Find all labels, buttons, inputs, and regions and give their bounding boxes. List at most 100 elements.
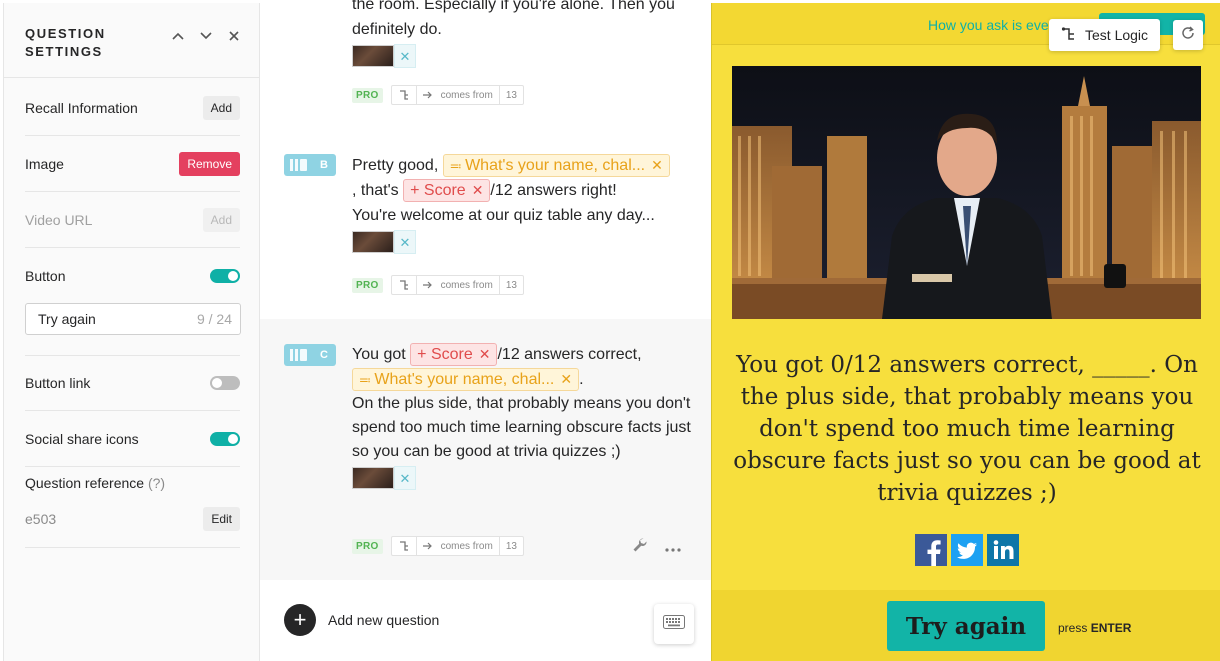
- button-text-char-count: 9 / 24: [196, 311, 232, 327]
- close-icon[interactable]: [227, 29, 241, 43]
- facebook-icon[interactable]: [915, 534, 947, 566]
- keyboard-shortcuts-button[interactable]: [654, 604, 694, 644]
- block-b-text-end: /12 answers right!: [490, 182, 617, 199]
- result-text: You got 0/12 answers correct, _____. On …: [733, 352, 1201, 506]
- button-row: Button: [25, 248, 240, 304]
- block-c-line2: ≕ What's your name, chal... ✕.: [352, 367, 692, 392]
- block-c-image-row: ✕: [352, 466, 692, 490]
- video-url-row: Video URL Add: [25, 192, 240, 248]
- result-image-illustration: [732, 66, 1201, 319]
- block-a-text[interactable]: the room. Especially if you're alone. Th…: [352, 0, 692, 68]
- reference-edit-button[interactable]: Edit: [203, 507, 240, 531]
- button-link-toggle[interactable]: [210, 376, 240, 390]
- more-options-icon[interactable]: [665, 539, 681, 557]
- press-key: ENTER: [1090, 621, 1132, 635]
- comes-from-count: 13: [505, 540, 517, 552]
- reload-preview-button[interactable]: [1173, 20, 1203, 50]
- logic-branch-icon[interactable]: [392, 537, 417, 555]
- variable-icon: ≕: [359, 373, 375, 388]
- block-b-remove-image-icon[interactable]: ✕: [394, 230, 416, 254]
- comes-from-label: comes from: [440, 279, 493, 291]
- question-reference-label: Question reference (?): [25, 475, 240, 491]
- result-block-c[interactable]: C You got + Score ✕ /12 answers correct, ≕…: [260, 319, 711, 580]
- block-c-thumbnail: [352, 467, 394, 489]
- remove-variable-icon[interactable]: ✕: [651, 157, 663, 173]
- wrench-icon[interactable]: [631, 536, 649, 559]
- plus-icon: +: [417, 346, 431, 364]
- block-b-text-start: Pretty good,: [352, 157, 439, 174]
- recall-add-button[interactable]: Add: [202, 95, 240, 120]
- block-b-logic-box[interactable]: comes from 13: [390, 275, 524, 295]
- name-variable-label: What's your name, chal...: [465, 157, 646, 175]
- score-variable-pill[interactable]: + Score ✕: [410, 343, 498, 367]
- drag-grip-icon[interactable]: [290, 349, 307, 361]
- remove-score-icon[interactable]: ✕: [472, 182, 484, 198]
- block-c-text-mid: /12 answers correct,: [497, 346, 642, 363]
- remove-variable-icon[interactable]: ✕: [560, 371, 572, 387]
- press-prefix: press: [1058, 621, 1088, 635]
- twitter-icon[interactable]: [951, 534, 983, 566]
- video-add-button[interactable]: Add: [202, 207, 240, 232]
- test-logic-button[interactable]: Test Logic: [1049, 19, 1161, 51]
- help-hint[interactable]: (?): [148, 475, 165, 491]
- social-share-toggle[interactable]: [210, 431, 240, 446]
- block-c-logic-row: PRO comes from 13: [352, 536, 524, 556]
- quiz-preview: How you ask is eve Test Logic You got 0/…: [711, 3, 1220, 661]
- button-link-row: Button link: [25, 355, 240, 411]
- test-logic-label: Test Logic: [1085, 27, 1149, 43]
- comes-from-cell: comes from: [417, 86, 500, 104]
- chevron-down-icon[interactable]: [199, 29, 213, 43]
- question-reference-text: Question reference: [25, 475, 145, 491]
- drag-grip-icon[interactable]: [290, 159, 307, 171]
- comes-from-label: comes from: [440, 89, 493, 101]
- image-remove-button[interactable]: Remove: [179, 151, 240, 176]
- pro-badge: PRO: [352, 87, 383, 103]
- block-a-remove-image-icon[interactable]: ✕: [394, 44, 416, 68]
- logic-branch-icon[interactable]: [392, 276, 417, 294]
- button-toggle[interactable]: [210, 269, 240, 283]
- button-text-input[interactable]: Try again 9 / 24: [25, 303, 241, 335]
- block-c-badge[interactable]: C: [284, 344, 336, 366]
- comes-from-count: 13: [505, 279, 517, 291]
- linkedin-icon[interactable]: [987, 534, 1019, 566]
- try-again-button[interactable]: Try again: [887, 601, 1045, 651]
- comes-from-label: comes from: [440, 540, 493, 552]
- block-c-text[interactable]: You got + Score ✕ /12 answers correct, ≕ W…: [352, 342, 692, 490]
- question-editor: the room. Especially if you're alone. Th…: [260, 0, 711, 661]
- result-image: [732, 66, 1201, 319]
- question-settings-panel: QUESTION SETTINGS Recall Information Add…: [3, 3, 260, 661]
- plus-icon: +: [410, 182, 424, 200]
- score-variable-pill[interactable]: + Score ✕: [403, 179, 491, 203]
- pro-badge: PRO: [352, 277, 383, 293]
- recall-information-row: Recall Information Add: [25, 80, 240, 136]
- comes-from-cell: comes from: [417, 537, 500, 555]
- score-label: Score: [423, 182, 466, 200]
- settings-title: QUESTION SETTINGS: [25, 26, 106, 59]
- block-a-image-row: ✕: [352, 44, 692, 68]
- block-b-line3: You're welcome at our quiz table any day…: [352, 207, 655, 224]
- block-c-text-start: You got: [352, 346, 406, 363]
- button-link-label: Button link: [25, 375, 91, 391]
- block-c-remove-image-icon[interactable]: ✕: [394, 466, 416, 490]
- reload-icon: [1181, 25, 1195, 45]
- block-c-tools: [631, 536, 681, 559]
- image-row: Image Remove: [25, 136, 240, 192]
- remove-score-icon[interactable]: ✕: [479, 346, 491, 362]
- preview-topbar-text: How you ask is eve: [928, 17, 1049, 33]
- block-c-letter: C: [320, 349, 328, 361]
- comes-from-count: 13: [505, 89, 517, 101]
- plus-icon[interactable]: +: [284, 604, 316, 636]
- result-block-a[interactable]: the room. Especially if you're alone. Th…: [260, 0, 711, 130]
- block-c-logic-box[interactable]: comes from 13: [390, 536, 524, 556]
- block-a-logic-box[interactable]: comes from 13: [390, 85, 524, 105]
- block-b-line1: Pretty good, ≕ What's your name, chal...…: [352, 153, 692, 178]
- add-new-question[interactable]: + Add new question: [284, 604, 439, 636]
- block-b-badge[interactable]: B: [284, 154, 336, 176]
- logic-branch-icon[interactable]: [392, 86, 417, 104]
- chevron-up-icon[interactable]: [171, 29, 185, 43]
- result-block-b[interactable]: B Pretty good, ≕ What's your name, chal.…: [260, 130, 711, 319]
- image-label: Image: [25, 155, 64, 172]
- block-b-text[interactable]: Pretty good, ≕ What's your name, chal...…: [352, 153, 692, 254]
- name-variable-pill[interactable]: ≕ What's your name, chal... ✕: [352, 368, 580, 392]
- name-variable-pill[interactable]: ≕ What's your name, chal... ✕: [442, 154, 670, 178]
